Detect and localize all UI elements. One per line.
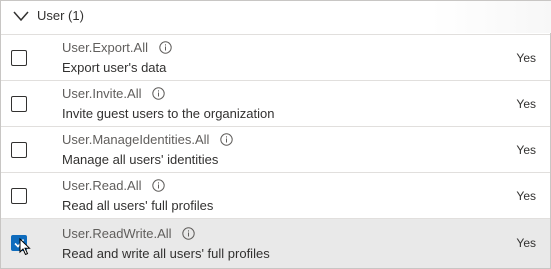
permission-row[interactable]: User.Invite.All Invite guest users to th… xyxy=(1,80,550,126)
admin-consent-status: Yes xyxy=(516,97,536,111)
permission-description: Manage all users' identities xyxy=(62,152,219,167)
permission-row[interactable]: User.ReadWrite.All Read and write all us… xyxy=(1,218,550,268)
permission-row[interactable]: User.ManageIdentities.All Manage all use… xyxy=(1,126,550,172)
permission-name: User.Read.All xyxy=(62,178,142,193)
permission-checkbox[interactable] xyxy=(11,142,27,158)
info-icon[interactable] xyxy=(220,133,233,146)
group-title: User (1) xyxy=(37,8,84,23)
permission-name: User.Invite.All xyxy=(62,86,142,101)
permission-row[interactable]: User.Read.All Read all users' full profi… xyxy=(1,172,550,218)
info-icon[interactable] xyxy=(158,41,172,54)
info-icon[interactable] xyxy=(182,227,195,240)
permission-name: User.ReadWrite.All xyxy=(62,226,172,241)
header-fade xyxy=(431,1,551,33)
permission-description: Read and write all users' full profiles xyxy=(62,246,270,261)
info-icon[interactable] xyxy=(152,87,165,100)
info-icon[interactable] xyxy=(152,179,165,192)
admin-consent-status: Yes xyxy=(516,189,536,203)
admin-consent-status: Yes xyxy=(516,143,536,157)
chevron-down-icon[interactable] xyxy=(13,10,29,22)
permission-row[interactable]: User.Export.All Export user's data Yes xyxy=(1,34,550,80)
permission-checkbox[interactable] xyxy=(11,50,27,66)
admin-consent-status: Yes xyxy=(516,236,536,250)
mouse-pointer-icon xyxy=(19,238,31,256)
admin-consent-status: Yes xyxy=(516,51,536,65)
permission-checkbox[interactable] xyxy=(11,96,27,112)
permission-checkbox[interactable] xyxy=(11,188,27,204)
group-header-user[interactable]: User (1) xyxy=(1,1,551,33)
permission-name: User.ManageIdentities.All xyxy=(62,132,210,147)
permission-description: Invite guest users to the organization xyxy=(62,106,275,121)
permission-description: Read all users' full profiles xyxy=(62,198,214,213)
permission-description: Export user's data xyxy=(62,60,167,75)
permission-name: User.Export.All xyxy=(62,40,148,55)
